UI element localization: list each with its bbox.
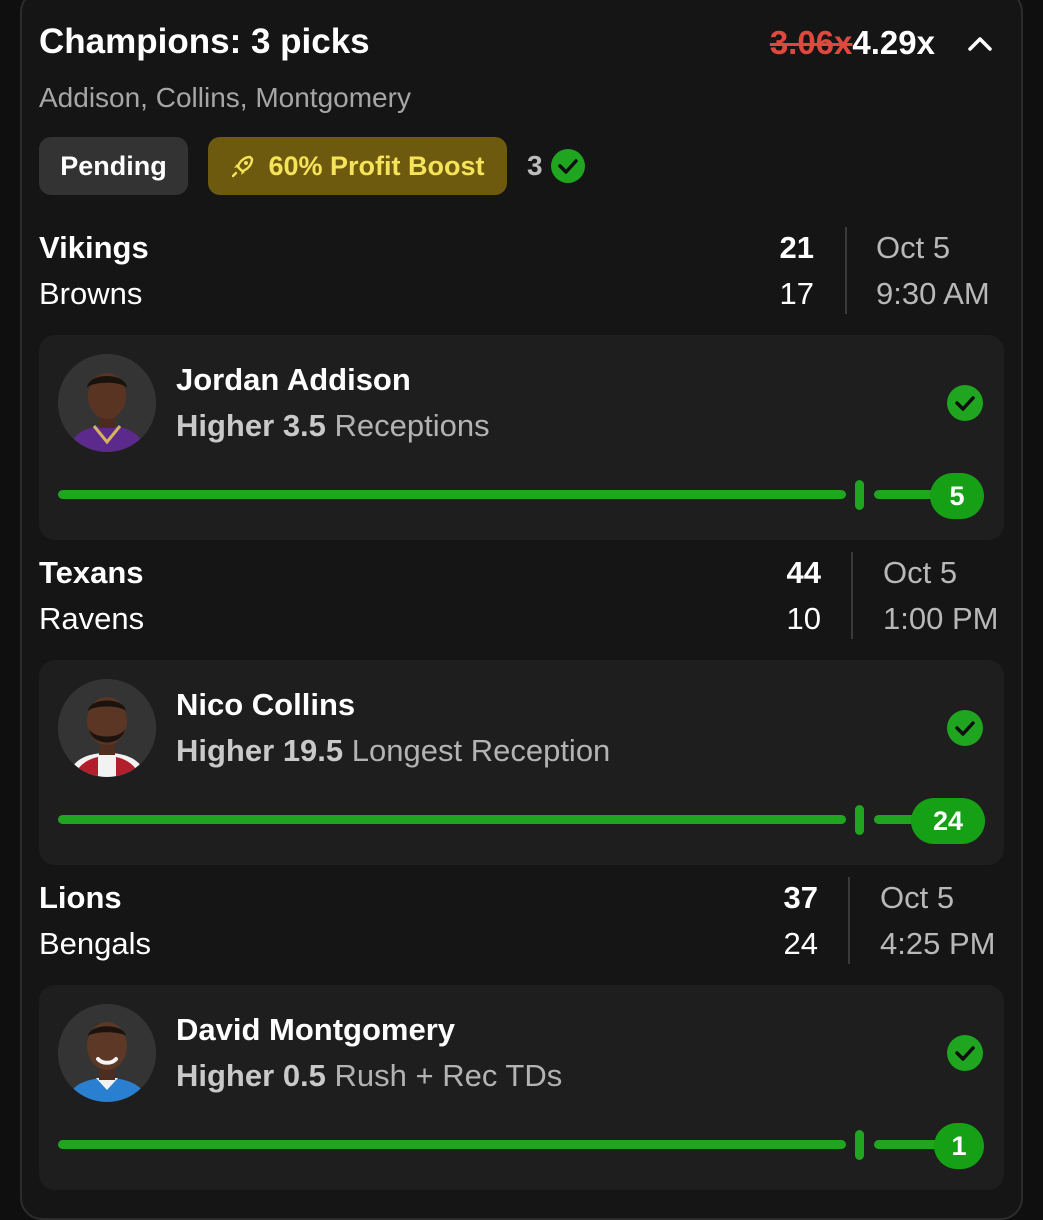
status-badge: Pending — [39, 137, 188, 195]
check-circle-icon — [947, 1035, 983, 1071]
game-3-score-1: 37 — [783, 880, 818, 915]
game-3-date: Oct 5 — [880, 880, 955, 915]
game-2-divider — [851, 552, 853, 639]
result-value: 5 — [930, 473, 984, 519]
check-circle-icon — [947, 710, 983, 746]
payout-multiplier: 3.06x4.29x — [770, 24, 935, 62]
game-2-team-1: Texans — [39, 555, 144, 590]
pick-card[interactable]: Jordan Addison Higher 3.5 Receptions 5 — [39, 335, 1004, 540]
game-1-score-1: 21 — [779, 230, 814, 265]
game-2-team-2: Ravens — [39, 601, 145, 636]
boosted-multiplier: 4.29x — [852, 24, 935, 61]
profit-boost-label: 60% Profit Boost — [268, 150, 485, 181]
pick-stat: Receptions — [334, 408, 490, 443]
game-3-score-2: 24 — [783, 926, 818, 961]
game-3-team-2: Bengals — [39, 926, 152, 961]
player-name: David Montgomery — [176, 1012, 456, 1047]
game-2-score-2: 10 — [786, 601, 821, 636]
pick-direction-line: Higher 3.5 — [176, 408, 326, 443]
pick-direction-line: Higher 0.5 — [176, 1058, 326, 1093]
game-1-score-2: 17 — [779, 276, 814, 311]
result-value: 24 — [911, 798, 985, 844]
game-2-time: 1:00 PM — [883, 601, 999, 636]
player-avatar — [58, 354, 156, 452]
check-circle-icon — [947, 385, 983, 421]
game-1-team-2: Browns — [39, 276, 143, 311]
game-1-team-1: Vikings — [39, 230, 149, 265]
line-marker — [855, 480, 864, 510]
player-avatar — [58, 1004, 156, 1102]
player-avatar — [58, 679, 156, 777]
pick-line: Higher 19.5 Longest Reception — [176, 733, 610, 769]
result-value: 1 — [934, 1123, 984, 1169]
line-marker — [855, 805, 864, 835]
game-3-time: 4:25 PM — [880, 926, 996, 961]
chevron-up-icon — [968, 37, 992, 51]
pick-line: Higher 0.5 Rush + Rec TDs — [176, 1058, 562, 1094]
game-3-team-1: Lions — [39, 880, 122, 915]
player-name: Nico Collins — [176, 687, 356, 722]
hit-count-value: 3 — [527, 150, 543, 181]
progress-track — [58, 815, 846, 824]
entry-title: Champions: 3 picks — [39, 22, 370, 61]
rocket-icon — [232, 155, 254, 178]
game-2-score-1: 44 — [786, 555, 821, 590]
game-1-divider — [845, 227, 847, 314]
pick-direction-line: Higher 19.5 — [176, 733, 344, 768]
game-1-date: Oct 5 — [876, 230, 951, 265]
players-summary: Addison, Collins, Montgomery — [39, 82, 411, 113]
pick-stat: Longest Reception — [351, 733, 611, 768]
pick-card[interactable]: Nico Collins Higher 19.5 Longest Recepti… — [39, 660, 1004, 865]
line-marker — [855, 1130, 864, 1160]
game-1-time: 9:30 AM — [876, 276, 990, 311]
player-name: Jordan Addison — [176, 362, 411, 397]
old-multiplier: 3.06x — [769, 24, 853, 61]
game-3-divider — [848, 877, 850, 964]
pick-card[interactable]: David Montgomery Higher 0.5 Rush + Rec T… — [39, 985, 1004, 1190]
check-circle-icon — [550, 149, 585, 183]
pick-stat: Rush + Rec TDs — [334, 1058, 563, 1093]
profit-boost-badge: 60% Profit Boost — [208, 137, 507, 195]
game-2-date: Oct 5 — [883, 555, 958, 590]
progress-track — [58, 490, 846, 499]
collapse-button[interactable] — [960, 26, 1000, 62]
hit-count: 3 — [527, 149, 585, 183]
progress-track — [58, 1140, 846, 1149]
pick-line: Higher 3.5 Receptions — [176, 408, 490, 444]
